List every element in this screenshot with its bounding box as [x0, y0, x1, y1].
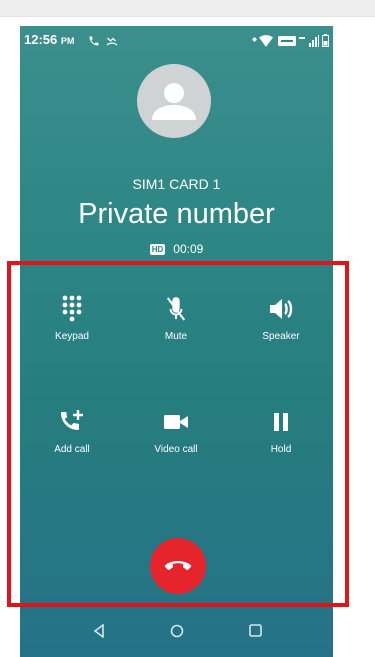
- sim-label: SIM1 CARD 1: [132, 176, 221, 192]
- back-icon[interactable]: [93, 624, 105, 638]
- missed-icon: [106, 37, 118, 46]
- navigation-bar: [20, 611, 333, 657]
- caller-name: Private number: [78, 198, 275, 230]
- status-ampm: PM: [60, 36, 75, 46]
- highlight-box: [7, 261, 349, 607]
- battery-icon: [322, 34, 329, 47]
- hd-badge: HD: [149, 244, 166, 256]
- call-duration-row: HD 00:09: [20, 242, 333, 256]
- wifi-icon: [259, 35, 273, 47]
- call-icon: [89, 36, 99, 46]
- home-icon[interactable]: [170, 624, 184, 638]
- signal-icon: [299, 35, 319, 47]
- person-icon: [152, 83, 196, 120]
- avatar: [137, 64, 211, 138]
- browser-top-strip: [0, 0, 375, 17]
- recents-icon[interactable]: [249, 624, 262, 637]
- status-bar: 12:56 PM: [20, 26, 333, 62]
- volte-icon: [278, 36, 296, 46]
- call-duration: 00:09: [173, 242, 204, 256]
- status-time: 12:56 PM: [24, 32, 75, 47]
- wifi-dot-icon: [252, 37, 257, 42]
